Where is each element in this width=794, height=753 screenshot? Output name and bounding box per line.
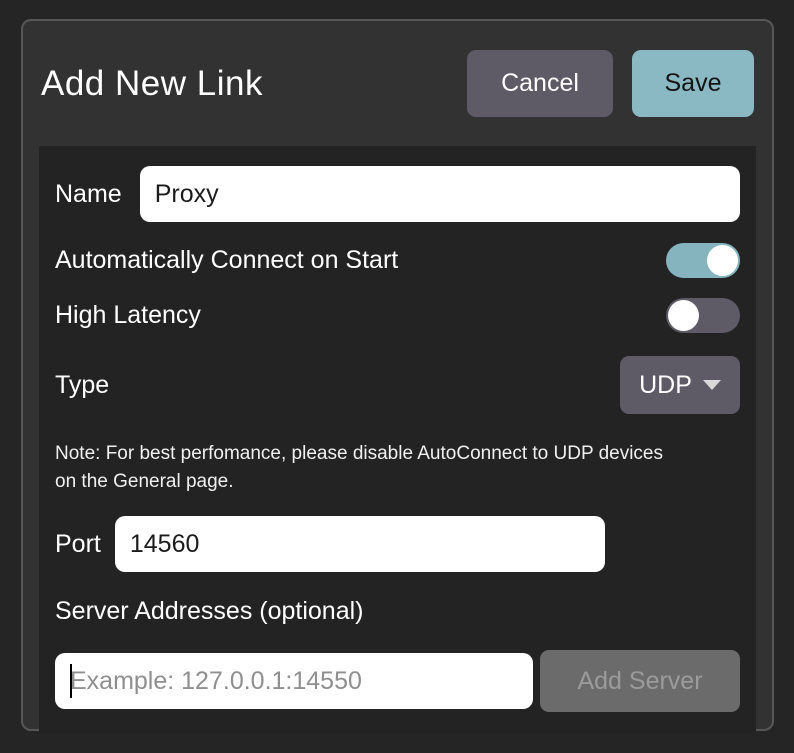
type-label: Type [55,371,109,400]
server-input-wrap [55,653,533,709]
udp-note: Note: For best perfomance, please disabl… [55,440,740,496]
auto-connect-label: Automatically Connect on Start [55,246,398,275]
high-latency-label: High Latency [55,301,201,330]
port-input[interactable] [115,516,605,572]
type-row: Type UDP [55,356,740,414]
high-latency-toggle[interactable] [666,298,740,333]
add-link-dialog: Add New Link Cancel Save Name Automatica… [21,19,774,731]
auto-connect-row: Automatically Connect on Start [55,243,740,278]
name-label: Name [55,180,122,209]
high-latency-row: High Latency [55,298,740,333]
port-row: Port [55,516,740,572]
name-input[interactable] [140,166,740,222]
toggle-knob [668,300,699,331]
header-buttons: Cancel Save [467,50,754,117]
type-dropdown[interactable]: UDP [620,356,740,414]
link-settings-panel: Name Automatically Connect on Start High… [39,146,756,733]
server-row: Add Server [55,650,740,712]
cancel-button[interactable]: Cancel [467,50,613,117]
udp-note-line2: on the General page. [55,468,740,496]
server-addresses-label: Server Addresses (optional) [55,596,740,626]
dialog-header: Add New Link Cancel Save [39,21,756,146]
server-address-input[interactable] [55,653,533,709]
auto-connect-toggle[interactable] [666,243,740,278]
toggle-knob [707,245,738,276]
text-cursor [70,664,72,698]
add-server-button[interactable]: Add Server [540,650,740,712]
name-row: Name [55,166,740,222]
type-dropdown-value: UDP [639,371,692,400]
chevron-down-icon [703,380,721,390]
save-button[interactable]: Save [632,50,754,117]
port-label: Port [55,530,101,559]
udp-note-line1: Note: For best perfomance, please disabl… [55,440,740,468]
dialog-title: Add New Link [41,64,263,104]
